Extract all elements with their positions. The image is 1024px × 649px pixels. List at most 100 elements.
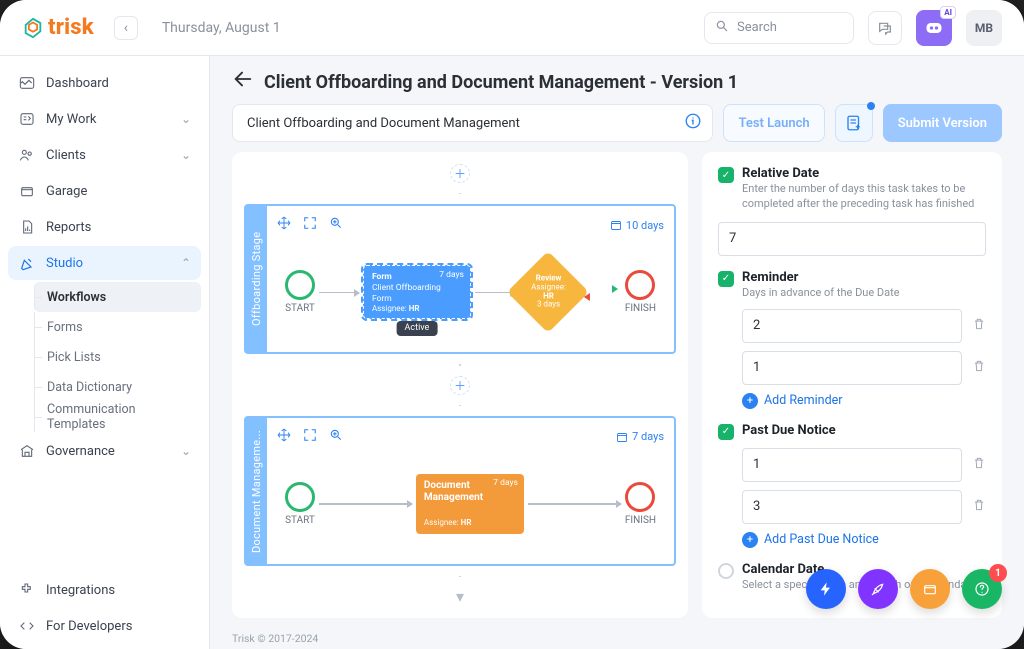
back-button[interactable] xyxy=(232,68,254,96)
check-icon[interactable]: ✓ xyxy=(718,424,734,440)
developers-icon xyxy=(18,617,36,635)
chevron-down-icon: ⌄ xyxy=(181,444,191,458)
info-icon[interactable] xyxy=(684,112,702,134)
stage-document-management[interactable]: Document Manageme... 7 days xyxy=(244,416,676,566)
clients-icon xyxy=(18,146,36,164)
connector xyxy=(459,405,461,406)
start-node[interactable]: START xyxy=(285,482,315,526)
sidebar-sub-workflows[interactable]: Workflows xyxy=(34,282,201,312)
sidebar-sub-picklists[interactable]: Pick Lists xyxy=(34,342,201,372)
add-stage-top[interactable]: ＋ xyxy=(450,164,470,183)
sidebar-item-reports[interactable]: Reports xyxy=(8,210,201,244)
review-node[interactable]: Review Assignee: HR 3 days xyxy=(519,263,577,321)
task-tooltip: Active xyxy=(397,321,438,336)
stage-toolbar: 7 days xyxy=(277,428,664,446)
page-title: Client Offboarding and Document Manageme… xyxy=(264,72,738,93)
delete-pastdue-button[interactable] xyxy=(972,456,986,474)
move-icon[interactable] xyxy=(277,428,291,446)
fab-quick-action[interactable] xyxy=(806,569,846,609)
check-icon[interactable]: ✓ xyxy=(718,271,734,287)
radio-icon[interactable] xyxy=(718,563,734,579)
stage-offboarding[interactable]: Offboarding Stage 10 days xyxy=(244,204,676,354)
sidebar-item-mywork[interactable]: My Work ⌄ xyxy=(8,102,201,136)
move-icon[interactable] xyxy=(277,216,291,234)
sidebar-sub-datadictionary[interactable]: Data Dictionary xyxy=(34,372,201,402)
sidebar-item-integrations[interactable]: Integrations xyxy=(8,573,201,607)
delete-reminder-button[interactable] xyxy=(972,359,986,377)
trash-icon xyxy=(972,317,986,331)
task-card-form[interactable]: Form 7 days Client Offboarding Form Assi… xyxy=(363,265,471,319)
workflow-name-input[interactable]: Client Offboarding and Document Manageme… xyxy=(232,104,713,142)
sidebar-label: Governance xyxy=(46,444,115,459)
reminder-input[interactable]: 1 xyxy=(742,351,962,385)
expand-icon[interactable] xyxy=(303,428,317,446)
sidebar-item-garage[interactable]: Garage xyxy=(8,174,201,208)
add-stage-middle[interactable]: ＋ xyxy=(450,376,470,395)
arrow-left-icon xyxy=(232,68,254,90)
zoom-icon[interactable] xyxy=(329,428,343,446)
topbar-back-button[interactable]: ‹ xyxy=(114,16,138,40)
toolbar: Client Offboarding and Document Manageme… xyxy=(210,104,1024,152)
sidebar-label: Dashboard xyxy=(46,76,109,91)
connector xyxy=(459,193,461,194)
form-plus-icon xyxy=(845,114,863,132)
finish-node[interactable]: FINISH xyxy=(625,482,656,526)
pastdue-input[interactable]: 3 xyxy=(742,490,962,524)
sidebar-item-developers[interactable]: For Developers xyxy=(8,609,201,643)
question-icon xyxy=(974,581,990,597)
fab-launch[interactable] xyxy=(858,569,898,609)
zoom-icon[interactable] xyxy=(329,216,343,234)
delete-reminder-button[interactable] xyxy=(972,317,986,335)
search-placeholder: Search xyxy=(737,20,777,35)
sidebar-label: For Developers xyxy=(46,619,132,634)
relative-days-input[interactable]: 7 xyxy=(718,222,986,256)
dashboard-icon xyxy=(18,74,36,92)
page-header: Client Offboarding and Document Manageme… xyxy=(210,56,1024,104)
section-title: Past Due Notice xyxy=(742,423,836,438)
delete-pastdue-button[interactable] xyxy=(972,498,986,516)
chevron-down-icon: ⌄ xyxy=(181,148,191,162)
sidebar-sub-forms[interactable]: Forms xyxy=(34,312,201,342)
plus-icon: ＋ xyxy=(454,165,466,182)
inbox-button[interactable] xyxy=(868,11,902,45)
submit-version-button[interactable]: Submit Version xyxy=(883,104,1002,142)
sidebar-label: Garage xyxy=(46,184,87,199)
start-node[interactable]: START xyxy=(285,270,315,314)
search-input[interactable]: Search xyxy=(704,12,854,44)
expand-icon[interactable] xyxy=(303,216,317,234)
add-reminder-button[interactable]: + Add Reminder xyxy=(742,393,986,409)
pastdue-input[interactable]: 1 xyxy=(742,448,962,482)
check-icon[interactable]: ✓ xyxy=(718,167,734,183)
sidebar-item-governance[interactable]: Governance ⌄ xyxy=(8,434,201,468)
mywork-icon xyxy=(18,110,36,128)
section-reminder: ✓ Reminder Days in advance of the Due Da… xyxy=(718,270,986,409)
task-card-docmgmt[interactable]: 7 days Document Management Assignee: HR xyxy=(416,474,524,534)
fab-help[interactable]: 1 xyxy=(962,569,1002,609)
stage-toolbar: 10 days xyxy=(277,216,664,234)
plus-circle-icon: + xyxy=(742,532,758,548)
main: Client Offboarding and Document Manageme… xyxy=(210,56,1024,649)
ai-assistant-button[interactable] xyxy=(916,10,952,46)
finish-node[interactable]: FINISH xyxy=(625,270,656,314)
calendar-icon xyxy=(610,219,622,231)
app-logo[interactable]: trisk xyxy=(22,15,94,40)
notification-badge: 1 xyxy=(989,564,1007,582)
user-avatar[interactable]: MB xyxy=(966,10,1002,46)
add-pastdue-button[interactable]: + Add Past Due Notice xyxy=(742,532,986,548)
rocket-icon xyxy=(870,581,886,597)
sidebar-item-dashboard[interactable]: Dashboard xyxy=(8,66,201,100)
sidebar-item-studio[interactable]: Studio ⌃ xyxy=(8,246,201,280)
sidebar-sub-commtemplates[interactable]: Communication Templates xyxy=(34,402,201,432)
section-title: Relative Date xyxy=(742,166,986,181)
governance-icon xyxy=(18,442,36,460)
stage-duration: 10 days xyxy=(610,219,664,232)
form-template-button[interactable] xyxy=(835,104,873,142)
chevron-up-icon: ⌃ xyxy=(181,256,191,270)
stage-tab: Offboarding Stage xyxy=(246,206,267,352)
reminder-input[interactable]: 2 xyxy=(742,309,962,343)
test-launch-button[interactable]: Test Launch xyxy=(723,104,824,142)
sidebar-item-clients[interactable]: Clients ⌄ xyxy=(8,138,201,172)
reports-icon xyxy=(18,218,36,236)
fab-archive[interactable] xyxy=(910,569,950,609)
workflow-canvas: ＋ Offboarding Stage 10 days xyxy=(232,152,688,618)
